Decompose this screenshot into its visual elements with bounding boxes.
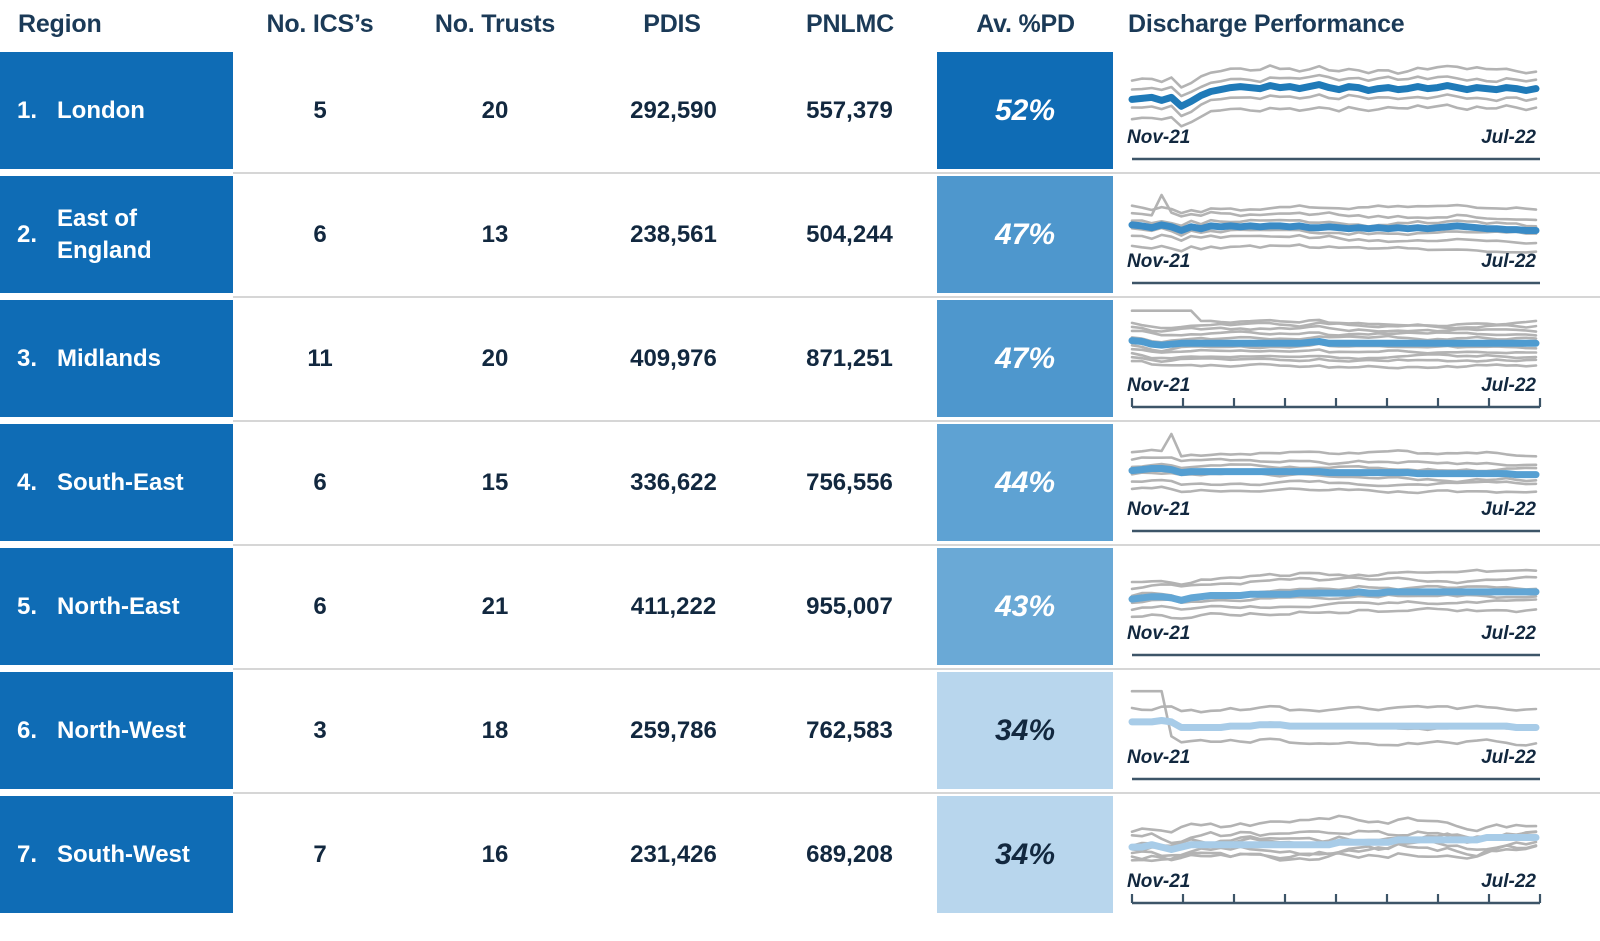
- region-name: South-West: [57, 839, 190, 871]
- cell-pdis: 238,561: [596, 176, 751, 293]
- cell-pnlmc: 871,251: [772, 300, 927, 417]
- sparkline-end-label: Jul-22: [1481, 871, 1536, 893]
- discharge-performance-table: Region No. ICS’s No. Trusts PDIS PNLMC A…: [0, 0, 1600, 941]
- cell-pnlmc: 504,244: [772, 176, 927, 293]
- region-name: Midlands: [57, 343, 161, 375]
- cell-no-trusts: 13: [425, 176, 565, 293]
- column-header-av-pct-pd: Av. %PD: [938, 10, 1113, 39]
- region-rank: 6.: [17, 717, 57, 745]
- sparkline-start-label: Nov-21: [1127, 127, 1190, 149]
- region-name: South-East: [57, 467, 184, 499]
- sparkline-start-label: Nov-21: [1127, 871, 1190, 893]
- region-rank: 2.: [17, 221, 57, 249]
- table-row[interactable]: 4.South-East615336,622756,55644%Nov-21Ju…: [0, 424, 1600, 548]
- region-cell-east-of-england[interactable]: 2.East of England: [0, 176, 233, 293]
- table-row[interactable]: 5.North-East621411,222955,00743%Nov-21Ju…: [0, 548, 1600, 672]
- table-row[interactable]: 1.London520292,590557,37952%Nov-21Jul-22: [0, 52, 1600, 176]
- cell-no-ics: 3: [255, 672, 385, 789]
- cell-av-pct-pd[interactable]: 34%: [937, 796, 1113, 913]
- column-header-region: Region: [18, 10, 102, 39]
- column-header-discharge-performance: Discharge Performance: [1128, 10, 1404, 39]
- cell-no-ics: 7: [255, 796, 385, 913]
- cell-pnlmc: 756,556: [772, 424, 927, 541]
- cell-pdis: 259,786: [596, 672, 751, 789]
- region-name: London: [57, 95, 145, 127]
- row-divider: [233, 420, 1600, 422]
- region-cell-south-west[interactable]: 7.South-West: [0, 796, 233, 913]
- column-header-no-trusts: No. Trusts: [425, 10, 565, 39]
- region-name: North-East: [57, 591, 180, 623]
- table-row[interactable]: 2.East of England613238,561504,24447%Nov…: [0, 176, 1600, 300]
- sparkline-end-label: Jul-22: [1481, 375, 1536, 397]
- cell-pdis: 292,590: [596, 52, 751, 169]
- sparkline-start-label: Nov-21: [1127, 747, 1190, 769]
- cell-no-ics: 5: [255, 52, 385, 169]
- region-rank: 4.: [17, 469, 57, 497]
- sparkline-cell[interactable]: Nov-21 Jul-22: [1124, 796, 1544, 913]
- table-row[interactable]: 3.Midlands1120409,976871,25147%Nov-21Jul…: [0, 300, 1600, 424]
- row-divider: [233, 668, 1600, 670]
- row-divider: [233, 296, 1600, 298]
- column-header-pdis: PDIS: [612, 10, 732, 39]
- cell-no-trusts: 21: [425, 548, 565, 665]
- cell-av-pct-pd[interactable]: 43%: [937, 548, 1113, 665]
- region-rank: 3.: [17, 345, 57, 373]
- column-header-pnlmc: PNLMC: [780, 10, 920, 39]
- cell-pdis: 336,622: [596, 424, 751, 541]
- region-rank: 5.: [17, 593, 57, 621]
- cell-no-ics: 6: [255, 176, 385, 293]
- sparkline-start-label: Nov-21: [1127, 251, 1190, 273]
- sparkline-start-label: Nov-21: [1127, 623, 1190, 645]
- cell-av-pct-pd[interactable]: 34%: [937, 672, 1113, 789]
- region-cell-south-east[interactable]: 4.South-East: [0, 424, 233, 541]
- sparkline-cell[interactable]: Nov-21 Jul-22: [1124, 672, 1544, 789]
- cell-no-trusts: 15: [425, 424, 565, 541]
- sparkline-end-label: Jul-22: [1481, 623, 1536, 645]
- region-name: North-West: [57, 715, 186, 747]
- cell-pdis: 411,222: [596, 548, 751, 665]
- region-name: East of England: [57, 203, 152, 266]
- sparkline-start-label: Nov-21: [1127, 499, 1190, 521]
- column-header-no-ics: No. ICS’s: [255, 10, 385, 39]
- sparkline-cell[interactable]: Nov-21 Jul-22: [1124, 548, 1544, 665]
- cell-no-ics: 6: [255, 424, 385, 541]
- cell-pnlmc: 689,208: [772, 796, 927, 913]
- region-cell-north-west[interactable]: 6.North-West: [0, 672, 233, 789]
- sparkline-end-label: Jul-22: [1481, 127, 1536, 149]
- table-row[interactable]: 6.North-West318259,786762,58334%Nov-21Ju…: [0, 672, 1600, 796]
- cell-av-pct-pd[interactable]: 47%: [937, 176, 1113, 293]
- row-divider: [233, 172, 1600, 174]
- row-divider: [233, 544, 1600, 546]
- sparkline-cell[interactable]: Nov-21 Jul-22: [1124, 52, 1544, 169]
- cell-pnlmc: 955,007: [772, 548, 927, 665]
- cell-av-pct-pd[interactable]: 47%: [937, 300, 1113, 417]
- cell-pnlmc: 762,583: [772, 672, 927, 789]
- sparkline-cell[interactable]: Nov-21 Jul-22: [1124, 300, 1544, 417]
- region-cell-london[interactable]: 1.London: [0, 52, 233, 169]
- region-cell-midlands[interactable]: 3.Midlands: [0, 300, 233, 417]
- row-divider: [233, 792, 1600, 794]
- sparkline-start-label: Nov-21: [1127, 375, 1190, 397]
- region-cell-north-east[interactable]: 5.North-East: [0, 548, 233, 665]
- cell-no-ics: 6: [255, 548, 385, 665]
- cell-pnlmc: 557,379: [772, 52, 927, 169]
- region-rank: 1.: [17, 97, 57, 125]
- cell-pdis: 409,976: [596, 300, 751, 417]
- cell-no-trusts: 16: [425, 796, 565, 913]
- cell-no-trusts: 20: [425, 300, 565, 417]
- cell-pdis: 231,426: [596, 796, 751, 913]
- sparkline-cell[interactable]: Nov-21 Jul-22: [1124, 424, 1544, 541]
- cell-no-trusts: 18: [425, 672, 565, 789]
- table-header-row: Region No. ICS’s No. Trusts PDIS PNLMC A…: [0, 0, 1600, 52]
- cell-no-ics: 11: [255, 300, 385, 417]
- cell-av-pct-pd[interactable]: 44%: [937, 424, 1113, 541]
- sparkline-end-label: Jul-22: [1481, 747, 1536, 769]
- region-rank: 7.: [17, 841, 57, 869]
- sparkline-cell[interactable]: Nov-21 Jul-22: [1124, 176, 1544, 293]
- sparkline-end-label: Jul-22: [1481, 499, 1536, 521]
- cell-no-trusts: 20: [425, 52, 565, 169]
- cell-av-pct-pd[interactable]: 52%: [937, 52, 1113, 169]
- table-row[interactable]: 7.South-West716231,426689,20834%Nov-21Ju…: [0, 796, 1600, 920]
- sparkline-end-label: Jul-22: [1481, 251, 1536, 273]
